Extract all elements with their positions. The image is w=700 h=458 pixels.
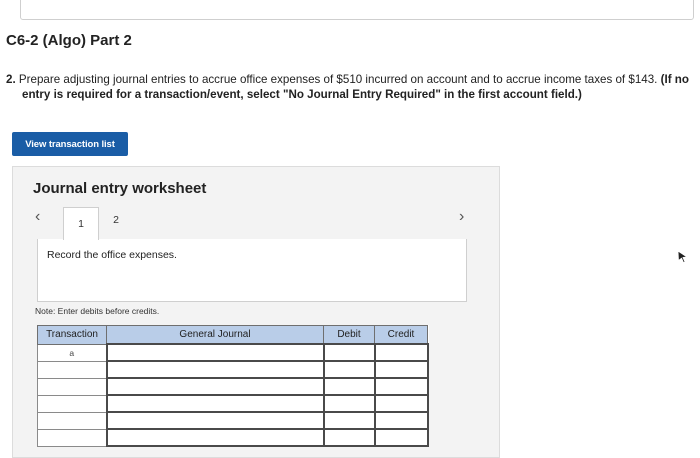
column-header-transaction: Transaction: [37, 325, 107, 345]
entry-note: Note: Enter debits before credits.: [35, 306, 160, 316]
record-prompt: Record the office expenses.: [47, 249, 177, 261]
column-header-debit: Debit: [323, 325, 375, 345]
transaction-cell: a: [37, 343, 107, 362]
account-select[interactable]: [105, 343, 325, 362]
debit-input[interactable]: [322, 428, 376, 447]
page-title: C6-2 (Algo) Part 2: [6, 32, 132, 49]
account-select[interactable]: [105, 428, 325, 447]
table-row: a: [37, 343, 429, 362]
transaction-cell: [37, 377, 107, 396]
question-note-start: (If no: [660, 73, 689, 86]
transaction-cell: [37, 394, 107, 413]
journal-table: Transaction General Journal Debit Credit…: [37, 325, 429, 447]
credit-input[interactable]: [373, 377, 429, 396]
debit-input[interactable]: [322, 394, 376, 413]
record-prompt-box: Record the office expenses.: [37, 239, 467, 302]
table-row: [37, 377, 429, 396]
account-select[interactable]: [105, 377, 325, 396]
table-row: [37, 411, 429, 430]
credit-input[interactable]: [373, 428, 429, 447]
tab-entry-2[interactable]: 2: [99, 207, 133, 233]
chevron-left-icon[interactable]: ‹: [35, 208, 40, 226]
transaction-cell: [37, 360, 107, 379]
debit-input[interactable]: [322, 411, 376, 430]
chevron-right-icon[interactable]: ›: [459, 208, 464, 226]
debit-input[interactable]: [322, 343, 376, 362]
debit-input[interactable]: [322, 377, 376, 396]
credit-input[interactable]: [373, 343, 429, 362]
worksheet-title: Journal entry worksheet: [33, 180, 207, 197]
transaction-cell: [37, 428, 107, 447]
debit-input[interactable]: [322, 360, 376, 379]
question-text: Prepare adjusting journal entries to acc…: [18, 73, 658, 86]
table-row: [37, 428, 429, 447]
account-select[interactable]: [105, 411, 325, 430]
tab-entry-1[interactable]: 1: [63, 207, 99, 240]
credit-input[interactable]: [373, 411, 429, 430]
column-header-credit: Credit: [374, 325, 428, 345]
previous-section-box: [20, 0, 694, 20]
account-select[interactable]: [105, 394, 325, 413]
table-row: [37, 394, 429, 413]
credit-input[interactable]: [373, 360, 429, 379]
journal-entry-worksheet: Journal entry worksheet ‹ 1 2 › Record t…: [12, 166, 500, 458]
account-select[interactable]: [105, 360, 325, 379]
question-instructions: 2. Prepare adjusting journal entries to …: [6, 72, 694, 102]
transaction-cell: [37, 411, 107, 430]
mouse-pointer-icon: [677, 250, 689, 264]
view-transaction-list-button[interactable]: View transaction list: [12, 132, 128, 156]
column-header-general-journal: General Journal: [106, 325, 324, 345]
table-row: [37, 360, 429, 379]
question-number: 2.: [6, 73, 16, 86]
question-note-continued: entry is required for a transaction/even…: [22, 88, 582, 101]
credit-input[interactable]: [373, 394, 429, 413]
